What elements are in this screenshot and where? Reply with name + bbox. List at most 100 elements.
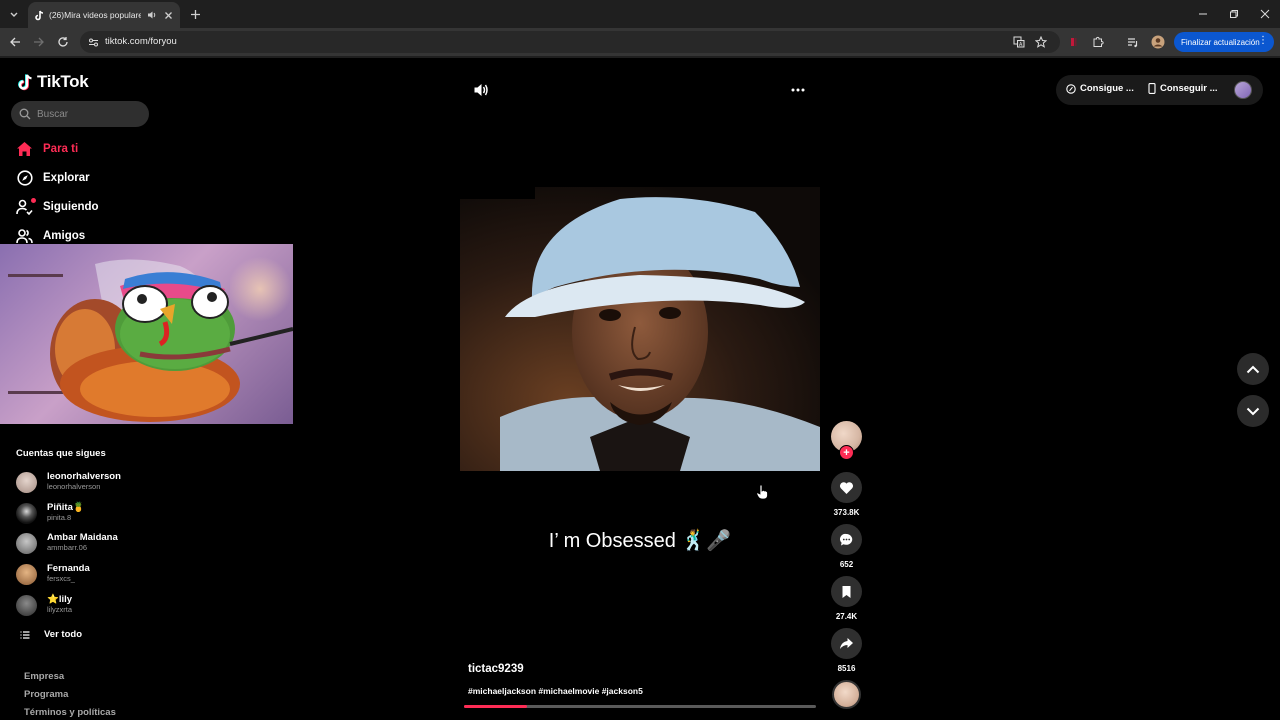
video-frame [460,187,820,471]
bookmark-icon [842,585,851,598]
next-video-button[interactable] [1237,395,1269,427]
footer-link-terminos[interactable]: Términos y políticas [24,707,116,718]
phone-icon [1148,83,1156,94]
avatar [16,564,37,585]
video-player[interactable] [460,187,820,471]
comment-button[interactable] [831,524,862,555]
nav-item-explorar[interactable]: Explorar [16,168,90,188]
back-arrow-icon[interactable] [7,34,23,50]
account-handle: lilyzxrta [47,605,73,614]
tab-audio-icon[interactable] [146,9,158,21]
pepe-turkey-emote-icon [50,259,293,422]
previous-video-button[interactable] [1237,353,1269,385]
share-button[interactable] [831,628,862,659]
footer-link-programa[interactable]: Programa [24,689,68,700]
chevron-up-icon [1246,365,1260,373]
list-icon [20,630,30,639]
get-app-label: Conseguir ... [1160,83,1218,94]
nav-item-siguiendo[interactable]: Siguiendo [16,197,99,217]
footer-link-empresa[interactable]: Empresa [24,671,64,682]
more-options-icon[interactable] [789,82,807,98]
restore-window-icon[interactable] [1225,5,1243,23]
video-progress-bar[interactable] [464,705,816,708]
avatar [16,595,37,616]
save-count: 27.4K [835,612,858,621]
avatar [16,533,37,554]
account-handle: leonorhalverson [47,482,101,491]
compass-icon [16,170,33,187]
nav-label: Explorar [43,172,90,184]
volume-icon[interactable] [473,82,489,98]
nav-label: Amigos [43,230,86,242]
site-info-icon[interactable] [86,35,100,49]
get-coins-label: Consigue ... [1080,83,1134,94]
see-all-label: Ver todo [44,629,83,640]
logo-text: TikTok [37,72,89,91]
see-all-button[interactable]: Ver todo [20,629,82,640]
video-author[interactable]: tictac9239 [468,663,524,675]
account-item[interactable]: leonorhalverson leonorhalverson [16,470,146,496]
notification-dot [31,197,36,203]
video-caption: I’ m Obsessed 🕺🎤 [548,530,732,552]
forward-arrow-icon[interactable] [31,34,47,50]
nav-label: Para ti [43,143,79,155]
account-item[interactable]: Fernanda fersxcs_ [16,562,146,588]
tiktok-logo[interactable]: TikTok [16,72,89,92]
like-button[interactable] [831,472,862,503]
kebab-menu-icon[interactable]: ⋮ [1258,35,1268,46]
tiktok-logo-icon [18,74,32,91]
extension-red-icon[interactable] [1066,34,1082,50]
video-hashtags[interactable]: #michaeljackson #michaelmovie #jackson5 [468,686,643,696]
account-item[interactable]: Ambar Maidana ammbarr.06 [16,531,146,557]
get-app-button[interactable]: Conseguir ... [1148,83,1218,94]
comment-icon [839,533,853,545]
close-window-icon[interactable] [1256,5,1274,23]
tab-title: (26)Mira videos populares d [49,10,141,20]
top-actions-bar: Consigue ... Conseguir ... [1056,75,1263,105]
home-icon [16,141,33,158]
media-controls-icon[interactable] [1125,34,1141,50]
account-name: Fernanda [47,563,90,574]
extensions-puzzle-icon[interactable] [1090,34,1106,50]
user-profile-avatar[interactable] [1234,81,1252,99]
finish-update-button[interactable]: Finalizar actualización ⋮ [1174,32,1274,52]
comment-count: 652 [839,560,854,569]
reload-icon[interactable] [55,34,71,50]
video-progress-fill [464,705,528,708]
search-input[interactable] [37,105,143,123]
translate-icon[interactable]: A [1012,35,1026,49]
new-tab-plus-icon[interactable] [186,5,204,23]
browser-toolbar: tiktok.com/foryou A Finalizar actualizac… [0,28,1280,56]
follow-plus-icon[interactable]: + [839,445,854,460]
minimize-window-icon[interactable] [1194,5,1212,23]
share-count: 8516 [837,664,856,673]
browser-tab-active[interactable]: (26)Mira videos populares d [28,2,180,28]
following-accounts-title: Cuentas que sigues [16,448,106,459]
nav-item-amigos[interactable]: Amigos [16,226,85,246]
account-name: Piñita🍍 [47,502,85,513]
tiktok-favicon-icon [34,9,44,21]
coin-icon [1066,83,1076,94]
search-box[interactable] [11,101,149,127]
account-name: ⭐lily [47,594,73,605]
picture-in-picture-overlay[interactable] [0,244,293,424]
get-coins-button[interactable]: Consigue ... [1066,83,1134,94]
account-item[interactable]: Piñita🍍 pinita.8 [16,501,146,527]
browser-tab-bar: (26)Mira videos populares d [0,0,1280,28]
profile-avatar-icon[interactable] [1150,34,1166,50]
search-icon [19,108,31,120]
share-arrow-icon [840,638,853,649]
account-handle: ammbarr.06 [47,543,88,552]
save-button[interactable] [831,576,862,607]
nav-item-para-ti[interactable]: Para ti [16,139,78,159]
account-handle: pinita.8 [47,513,72,522]
tab-search-dropdown-icon[interactable] [6,6,22,22]
tab-close-icon[interactable] [163,9,175,21]
music-disc[interactable] [832,680,861,709]
like-count: 373.8K [833,508,860,517]
account-item[interactable]: ⭐lily lilyzxrta [16,593,146,619]
bookmark-star-icon[interactable] [1034,35,1048,49]
address-bar[interactable]: tiktok.com/foryou A [80,31,1060,53]
nav-label: Siguiendo [43,201,99,213]
account-handle: fersxcs_ [47,574,75,583]
